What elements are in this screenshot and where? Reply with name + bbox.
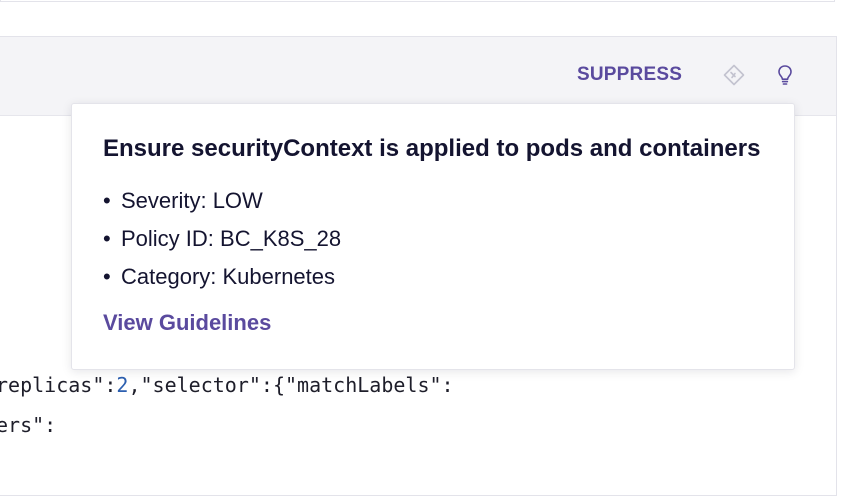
suppress-button[interactable]: SUPPRESS [577,64,682,86]
detail-label: Category: Kubernetes [121,264,336,289]
detail-label: Policy ID: BC_K8S_28 [121,226,342,251]
policy-details-popover: Ensure securityContext is applied to pod… [71,103,795,370]
code-text: replicas": [0,373,117,397]
popover-title: Ensure securityContext is applied to pod… [103,135,761,162]
bullet: • [103,188,111,213]
lightbulb-icon[interactable] [773,63,797,87]
detail-policy-id: • Policy ID: BC_K8S_28 [103,224,341,262]
code-number: 2 [116,373,129,397]
detail-category: • Category: Kubernetes [103,262,341,300]
bullet: • [103,226,111,251]
previous-card [0,0,835,2]
view-guidelines-link[interactable]: View Guidelines [103,310,271,336]
code-text: ,"selector":{"matchLabels": [128,373,454,397]
policy-detail-list: • Severity: LOW • Policy ID: BC_K8S_28 •… [103,186,341,300]
detail-label: Severity: LOW [121,188,263,213]
bullet: • [103,264,111,289]
fix-icon[interactable] [722,63,746,87]
code-line: ers": [0,413,57,437]
detail-severity: • Severity: LOW [103,186,341,224]
code-line: replicas":2,"selector":{"matchLabels": [0,373,454,397]
